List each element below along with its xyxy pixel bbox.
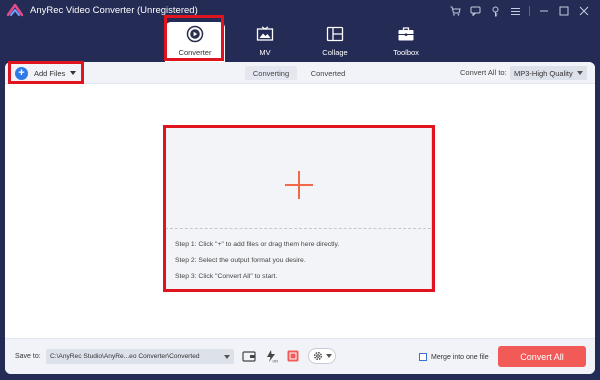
merge-checkbox[interactable] — [419, 353, 427, 361]
window-controls-separator — [529, 6, 530, 16]
output-format-value: MP3-High Quality — [514, 68, 573, 78]
app-window: AnyRec Video Converter (Unregistered) Co… — [0, 0, 600, 380]
app-title: AnyRec Video Converter (Unregistered) — [30, 5, 198, 16]
save-path-value: C:\AnyRec Studio\AnyRe...eo Converter\Co… — [50, 353, 200, 360]
add-plus-icon[interactable] — [285, 171, 313, 199]
hardware-acceleration-icon[interactable]: OFF — [263, 348, 279, 364]
gpu-icon[interactable] — [285, 348, 301, 364]
tab-converted[interactable]: Converted — [303, 66, 353, 80]
svg-text:OFF: OFF — [273, 360, 279, 364]
tab-toolbox[interactable]: Toolbox — [376, 22, 436, 62]
add-files-button[interactable]: + Add Files — [15, 65, 77, 81]
open-folder-icon[interactable] — [241, 348, 257, 364]
converter-icon — [186, 25, 204, 43]
window-controls — [445, 2, 594, 20]
output-format-select[interactable]: MP3-High Quality — [510, 66, 587, 80]
tab-mv[interactable]: MV — [235, 22, 295, 62]
bottom-bar: Save to: C:\AnyRec Studio\AnyRe...eo Con… — [5, 338, 595, 374]
tab-converter-label: Converter — [178, 48, 212, 57]
tab-collage[interactable]: Collage — [305, 22, 365, 62]
gear-icon — [313, 352, 322, 360]
main-nav: Converter MV Collage Toolbox — [0, 22, 600, 62]
key-icon[interactable] — [485, 2, 505, 20]
add-icon: + — [15, 66, 28, 80]
converter-toolbar: + Add Files Converting Converted Convert… — [5, 62, 595, 84]
chevron-down-icon — [224, 355, 230, 359]
chevron-down-icon — [325, 354, 332, 358]
add-files-label: Add Files — [34, 68, 66, 78]
cart-icon[interactable] — [445, 2, 465, 20]
tab-converting[interactable]: Converting — [245, 66, 297, 80]
chevron-down-icon — [577, 71, 583, 75]
merge-label: Merge into one file — [431, 353, 489, 361]
settings-button[interactable] — [308, 348, 336, 364]
step-3-text: Step 3: Click "Convert All" to start. — [175, 273, 278, 280]
tab-toolbox-label: Toolbox — [393, 48, 419, 57]
maximize-icon[interactable] — [554, 2, 574, 20]
menu-icon[interactable] — [505, 2, 525, 20]
save-path-select[interactable]: C:\AnyRec Studio\AnyRe...eo Converter\Co… — [46, 349, 234, 364]
chevron-down-icon[interactable] — [70, 71, 77, 75]
drop-zone[interactable]: Step 1: Click "+" to add files or drag t… — [164, 127, 432, 290]
minimize-icon[interactable] — [534, 2, 554, 20]
collage-icon — [326, 25, 344, 43]
step-2-text: Step 2: Select the output format you des… — [175, 257, 306, 264]
toolbox-icon — [397, 25, 415, 43]
save-to-label: Save to: — [15, 353, 41, 360]
anyrec-logo-icon — [6, 3, 24, 17]
tab-mv-label: MV — [259, 48, 271, 57]
close-icon[interactable] — [574, 2, 594, 20]
drop-zone-divider — [165, 228, 431, 229]
chat-icon[interactable] — [465, 2, 485, 20]
convert-all-button[interactable]: Convert All — [498, 346, 586, 367]
convert-all-to-label: Convert All to: — [460, 68, 507, 77]
step-1-text: Step 1: Click "+" to add files or drag t… — [175, 241, 340, 248]
tab-converter[interactable]: Converter — [165, 22, 225, 62]
tab-collage-label: Collage — [322, 48, 348, 57]
title-bar: AnyRec Video Converter (Unregistered) — [0, 0, 600, 22]
mv-icon — [256, 25, 274, 43]
merge-option[interactable]: Merge into one file — [419, 351, 489, 363]
